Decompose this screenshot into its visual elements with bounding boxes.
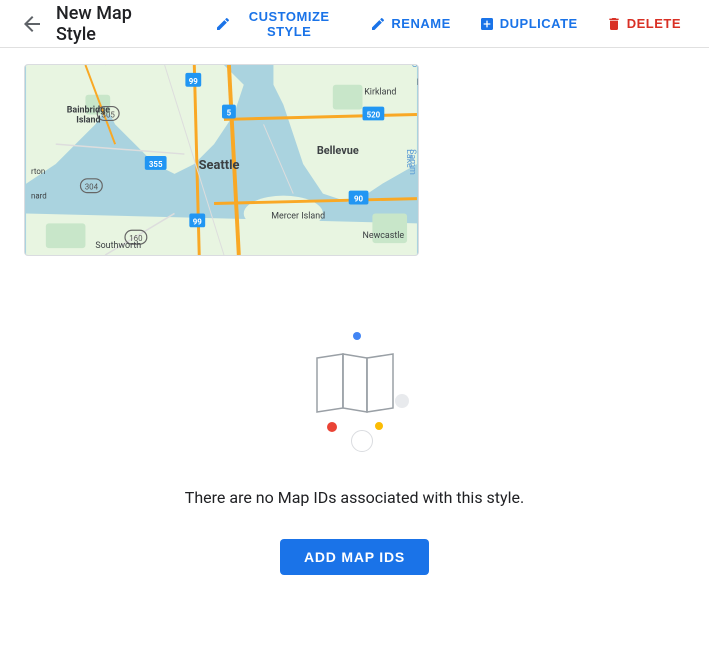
empty-illustration bbox=[275, 304, 435, 464]
svg-text:Southworth: Southworth bbox=[95, 241, 141, 251]
svg-text:Kirkland: Kirkland bbox=[364, 88, 396, 98]
svg-text:Redmond: Redmond bbox=[417, 78, 418, 88]
decoration-dot-yellow bbox=[375, 422, 383, 430]
rename-button[interactable]: RENAME bbox=[358, 10, 462, 38]
duplicate-label: DUPLICATE bbox=[500, 16, 578, 31]
svg-text:Si: Si bbox=[412, 65, 418, 70]
customize-icon bbox=[215, 16, 231, 32]
svg-text:99: 99 bbox=[193, 217, 203, 226]
svg-text:Mercer Island: Mercer Island bbox=[271, 211, 325, 221]
delete-label: DELETE bbox=[627, 16, 681, 31]
svg-text:355: 355 bbox=[149, 160, 163, 169]
empty-message: There are no Map IDs associated with thi… bbox=[185, 488, 524, 507]
svg-text:nard: nard bbox=[31, 192, 47, 201]
delete-icon bbox=[606, 16, 622, 32]
add-map-ids-button[interactable]: ADD MAP IDS bbox=[280, 539, 429, 575]
empty-state: There are no Map IDs associated with thi… bbox=[24, 288, 685, 607]
header-actions: CUSTOMIZE STYLE RENAME DUPLICATE bbox=[203, 3, 693, 45]
back-button[interactable] bbox=[16, 8, 48, 40]
svg-text:520: 520 bbox=[367, 110, 381, 119]
decoration-dot-gray-medium bbox=[395, 394, 409, 408]
duplicate-icon bbox=[479, 16, 495, 32]
svg-text:Bellevue: Bellevue bbox=[317, 144, 359, 157]
customize-label: CUSTOMIZE STYLE bbox=[236, 9, 343, 39]
customize-style-button[interactable]: CUSTOMIZE STYLE bbox=[203, 3, 355, 45]
svg-text:rton: rton bbox=[31, 167, 45, 176]
svg-text:Samm: Samm bbox=[407, 149, 417, 175]
rename-label: RENAME bbox=[391, 16, 450, 31]
svg-text:Bainbridge: Bainbridge bbox=[67, 106, 110, 116]
main-content: 99 5 99 520 90 355 305 304 160 bbox=[0, 48, 709, 623]
duplicate-button[interactable]: DUPLICATE bbox=[467, 10, 590, 38]
delete-button[interactable]: DELETE bbox=[594, 10, 693, 38]
decoration-dot-blue bbox=[353, 332, 361, 340]
svg-text:99: 99 bbox=[189, 77, 199, 86]
svg-text:Island: Island bbox=[76, 115, 100, 125]
rename-icon bbox=[370, 16, 386, 32]
map-fold-icon bbox=[315, 350, 395, 418]
app-header: New Map Style CUSTOMIZE STYLE RENAME bbox=[0, 0, 709, 48]
decoration-circle-outline bbox=[351, 430, 373, 452]
svg-text:90: 90 bbox=[354, 195, 364, 204]
page-title: New Map Style bbox=[56, 3, 171, 45]
decoration-dot-red bbox=[327, 422, 337, 432]
svg-text:5: 5 bbox=[227, 108, 232, 117]
svg-text:Seattle: Seattle bbox=[199, 158, 240, 173]
map-thumbnail: 99 5 99 520 90 355 305 304 160 bbox=[24, 64, 419, 256]
svg-text:304: 304 bbox=[85, 183, 99, 192]
svg-text:Newcastle: Newcastle bbox=[363, 231, 405, 241]
